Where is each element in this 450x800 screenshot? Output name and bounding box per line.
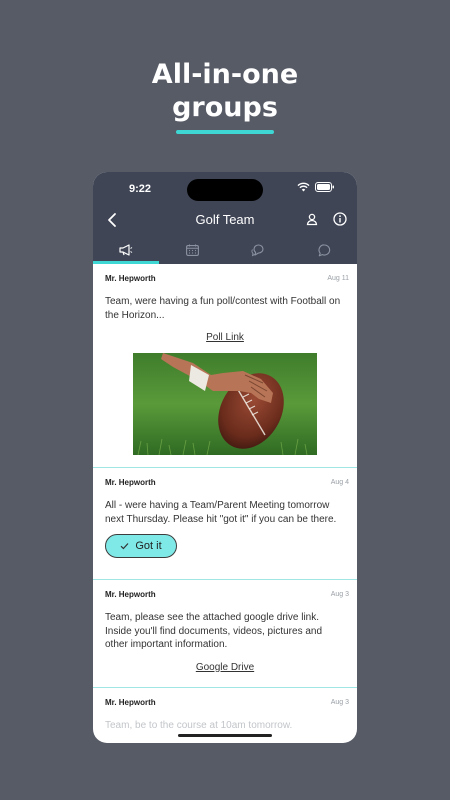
football-photo[interactable] xyxy=(133,353,317,455)
post-card[interactable]: Mr. Hepworth Aug 3 Team, please see the … xyxy=(93,580,357,688)
post-text: All - were having a Team/Parent Meeting … xyxy=(105,500,337,525)
post-date: Aug 4 xyxy=(330,479,349,486)
battery-icon xyxy=(315,182,334,192)
members-icon[interactable] xyxy=(305,212,319,226)
megaphone-icon xyxy=(119,244,133,256)
chat-bubbles-icon xyxy=(251,243,264,256)
promo-line-2: groups xyxy=(172,92,278,123)
tab-bar xyxy=(93,236,357,264)
post-text: Team, be to the course at 10am tomorrow. xyxy=(105,720,293,731)
got-it-label: Got it xyxy=(135,540,162,552)
promo-headline: All-in-one groups xyxy=(0,58,450,134)
home-indicator xyxy=(178,734,272,737)
post-author: Mr. Hepworth xyxy=(105,590,156,599)
checkmark-icon xyxy=(120,543,129,550)
post-text: Team, were having a fun poll/contest wit… xyxy=(105,296,341,321)
post-card[interactable]: Mr. Hepworth Aug 11 Team, were having a … xyxy=(93,264,357,468)
post-text: Team, please see the attached google dri… xyxy=(105,612,323,650)
got-it-button[interactable]: Got it xyxy=(105,534,177,558)
post-date: Aug 3 xyxy=(330,699,349,706)
status-icons xyxy=(297,182,335,192)
tab-group-chat[interactable] xyxy=(225,236,291,264)
google-drive-link[interactable]: Google Drive xyxy=(105,662,345,673)
headline-underline xyxy=(176,130,274,134)
calendar-icon xyxy=(185,244,199,256)
promo-line-1: All-in-one xyxy=(151,59,299,90)
status-time: 9:22 xyxy=(129,183,152,195)
tab-messages[interactable] xyxy=(291,236,357,264)
dynamic-island xyxy=(187,179,263,201)
poll-link[interactable]: Poll Link xyxy=(105,332,345,343)
post-author: Mr. Hepworth xyxy=(105,698,156,707)
phone-frame: 9:22 Golf Team Mr. Hepworth Aug 11 Team,… xyxy=(93,172,357,743)
post-date: Aug 11 xyxy=(327,275,349,282)
post-date: Aug 3 xyxy=(330,591,349,598)
message-feed[interactable]: Mr. Hepworth Aug 11 Team, were having a … xyxy=(93,264,357,743)
post-author: Mr. Hepworth xyxy=(105,274,156,283)
post-card[interactable]: Mr. Hepworth Aug 4 All - were having a T… xyxy=(93,468,357,580)
chat-bubble-icon xyxy=(317,243,330,256)
tab-announcements[interactable] xyxy=(93,236,159,264)
app-header: 9:22 Golf Team xyxy=(93,172,357,264)
tab-calendar[interactable] xyxy=(159,236,225,264)
post-author: Mr. Hepworth xyxy=(105,478,156,487)
wifi-icon xyxy=(297,182,310,192)
info-icon[interactable] xyxy=(333,212,347,226)
